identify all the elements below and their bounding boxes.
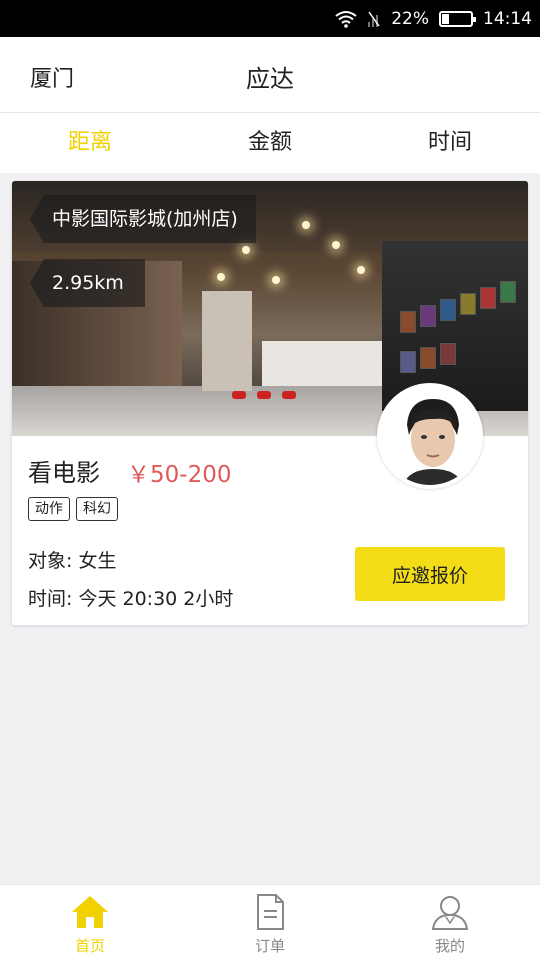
quote-button[interactable]: 应邀报价 — [355, 547, 505, 601]
home-icon — [72, 896, 108, 928]
nav-profile[interactable]: 我的 — [360, 885, 540, 960]
price-range: ￥50-200 — [127, 462, 232, 488]
tag-list: 动作 科幻 — [28, 497, 124, 521]
invitation-card[interactable]: 中影国际影城(加州店) 2.95km 看电影 ￥50-200 动作 科幻 对象:… — [12, 181, 528, 625]
avatar[interactable] — [377, 383, 483, 489]
activity-title: 看电影 — [28, 459, 100, 487]
profile-icon — [431, 896, 469, 930]
nav-profile-label: 我的 — [434, 937, 465, 955]
target-value: 女生 — [78, 550, 117, 572]
tab-distance[interactable]: 距离 — [0, 113, 180, 173]
tab-amount[interactable]: 金额 — [180, 113, 360, 173]
status-bar: 22% 14:14 — [0, 0, 540, 37]
clock: 14:14 — [483, 8, 532, 29]
time-info: 时间: 今天 20:30 2小时 — [28, 584, 233, 611]
tag-action: 动作 — [28, 497, 70, 521]
order-icon — [257, 894, 284, 930]
header: 厦门 应达 — [0, 37, 540, 113]
page-title: 应达 — [246, 65, 294, 93]
target-label: 对象: — [28, 550, 73, 572]
target-info: 对象: 女生 — [28, 546, 116, 573]
wifi-icon — [335, 10, 357, 28]
cinema-name-tag: 中影国际影城(加州店) — [30, 195, 256, 243]
nav-orders-label: 订单 — [254, 937, 285, 955]
signal-icon — [367, 10, 381, 28]
nav-orders[interactable]: 订单 — [180, 885, 360, 960]
nav-home[interactable]: 首页 — [0, 885, 180, 960]
bottom-nav: 首页 订单 我的 — [0, 884, 540, 960]
tab-time[interactable]: 时间 — [360, 113, 540, 173]
battery-icon — [439, 10, 476, 27]
time-value: 今天 20:30 2小时 — [78, 588, 234, 610]
time-label: 时间: — [28, 588, 73, 610]
tag-scifi: 科幻 — [76, 497, 118, 521]
sort-tabs: 距离 金额 时间 — [0, 113, 540, 173]
battery-percent: 22% — [391, 8, 429, 29]
distance-tag: 2.95km — [30, 259, 145, 307]
nav-home-label: 首页 — [74, 937, 105, 955]
